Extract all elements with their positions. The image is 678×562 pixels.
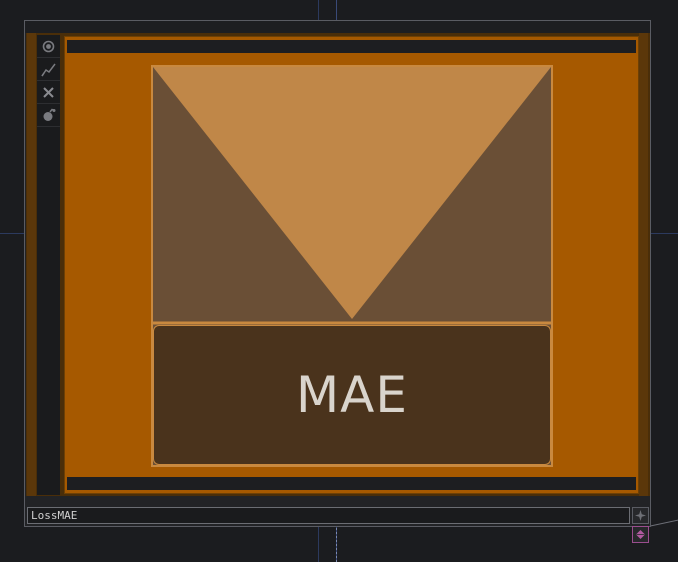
operator-node[interactable]: MAE LossMAE [24,20,651,543]
icon-label-panel: MAE [153,325,551,465]
output-connector[interactable] [632,526,649,543]
close-icon [42,86,55,99]
viewer-bottom-bar [67,477,636,490]
connection-wire[interactable] [647,519,678,527]
star-icon [635,506,646,525]
python-icon [42,108,56,122]
bypass-button[interactable] [37,81,60,104]
node-left-edge [27,33,36,496]
viewer-toggle-icon [42,40,55,53]
graph-icon [41,62,56,77]
node-right-edge [639,33,648,496]
icon-label: MAE [296,366,408,424]
viewer-top-bar [67,40,636,53]
graph-button[interactable] [37,58,60,81]
network-canvas[interactable]: MAE LossMAE [0,0,678,562]
triangle-icon [153,67,551,325]
node-header-bar[interactable] [25,21,650,33]
operator-icon: MAE [151,65,553,467]
diamond-icon [635,525,646,544]
node-side-toolbar [37,35,60,495]
node-name-field[interactable]: LossMAE [27,507,630,524]
python-button[interactable] [37,104,60,127]
viewer-toggle-button[interactable] [37,35,60,58]
node-viewer-frame: MAE [26,33,650,496]
node-flag-button[interactable] [632,507,649,524]
node-viewer[interactable]: MAE [64,36,639,494]
